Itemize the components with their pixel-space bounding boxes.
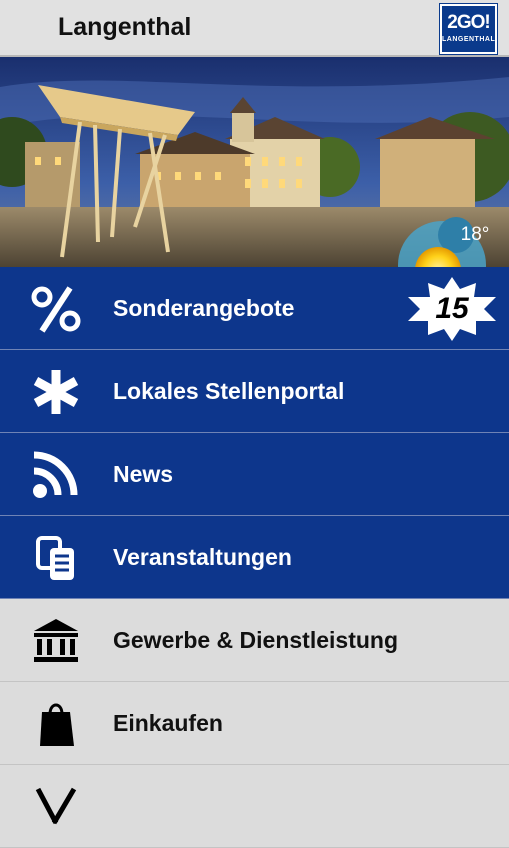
menu-item-label: Gewerbe & Dienstleistung xyxy=(113,627,399,653)
menu-item-gastronomie[interactable] xyxy=(0,765,509,848)
menu-item-label: Sonderangebote xyxy=(113,295,295,321)
app-logo[interactable]: 2GO! LANGENTHAL xyxy=(439,3,498,55)
menu-item-news[interactable]: News xyxy=(0,433,509,516)
menu-item-label: News xyxy=(113,461,174,487)
tickets-icon xyxy=(36,536,74,580)
menu-item-stellenportal[interactable]: Lokales Stellenportal xyxy=(0,350,509,433)
menu-item-label: Einkaufen xyxy=(113,710,223,736)
logo-text: 2GO! xyxy=(447,12,490,33)
offer-count-badge: 15 xyxy=(435,292,469,325)
logo-subtext: LANGENTHAL xyxy=(442,36,496,43)
menu-item-gewerbe[interactable]: Gewerbe & Dienstleistung xyxy=(0,599,509,682)
menu-item-label: Veranstaltungen xyxy=(113,544,292,570)
app-header: Langenthal 2GO! LANGENTHAL xyxy=(0,0,509,57)
main-menu: Sonderangebote 15 Lokales Stellenportal … xyxy=(0,267,509,848)
temperature-label: 18° xyxy=(460,224,490,245)
menu-item-veranstaltungen[interactable]: Veranstaltungen xyxy=(0,516,509,599)
rss-icon xyxy=(33,451,78,498)
menu-item-einkaufen[interactable]: Einkaufen xyxy=(0,682,509,765)
menu-item-label: Lokales Stellenportal xyxy=(113,378,345,404)
menu-item-sonderangebote[interactable]: Sonderangebote 15 xyxy=(0,267,509,350)
asterisk-icon xyxy=(33,370,79,414)
shopping-bag-icon xyxy=(40,703,74,746)
bank-building-icon xyxy=(34,619,78,662)
percent-icon xyxy=(31,286,81,333)
fork-knife-icon xyxy=(35,787,77,825)
page-title: Langenthal xyxy=(58,13,192,41)
hero-image: 18° xyxy=(0,57,509,267)
